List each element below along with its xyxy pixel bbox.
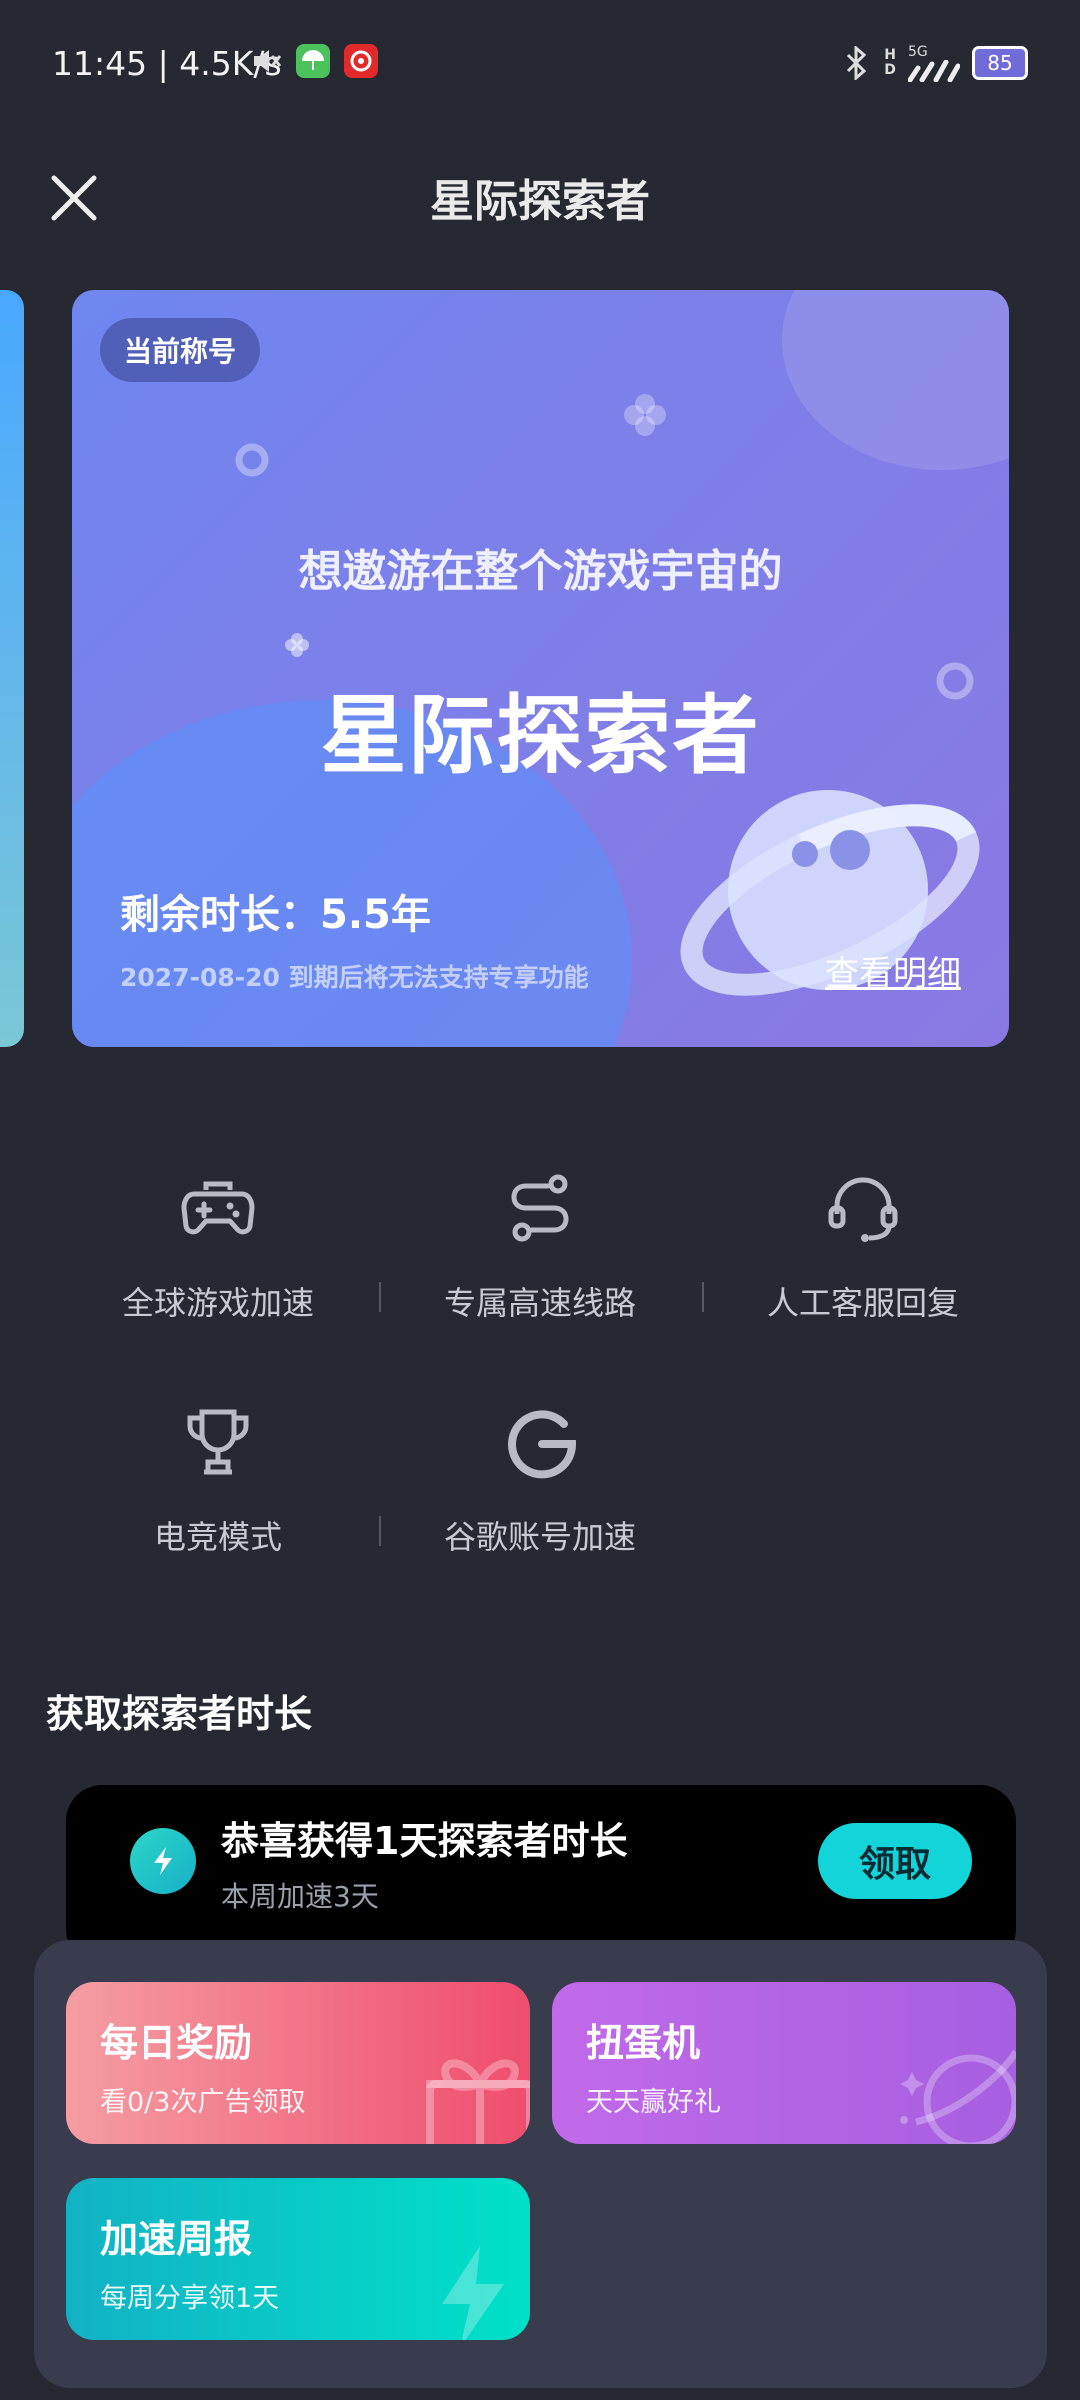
previous-title-card[interactable]: [0, 290, 24, 1047]
gacha-machine-tile[interactable]: 扭蛋机 天天赢好礼: [552, 1982, 1016, 2144]
system-status: HD 5G 85: [840, 44, 1028, 82]
mute-icon: [248, 44, 282, 78]
bluetooth-icon: [847, 46, 867, 80]
signal-icon: 5G: [908, 44, 960, 82]
divider: [379, 1282, 381, 1312]
planet-icon: [900, 2050, 1016, 2144]
feature-label: 人工客服回复: [766, 1284, 959, 1322]
claim-button[interactable]: 领取: [818, 1823, 972, 1899]
divider: [379, 1516, 381, 1546]
view-details-link[interactable]: 查看明细: [825, 946, 961, 995]
clover-decor-icon: [624, 394, 666, 436]
ring-decor-icon: [235, 443, 269, 477]
tile-subtitle: 每周分享领1天: [100, 2283, 280, 2314]
headset-icon: [828, 1177, 898, 1242]
tile-subtitle: 天天赢好礼: [586, 2087, 721, 2118]
feature-global-acceleration: 全球游戏加速: [68, 1168, 368, 1324]
reward-subtitle: 本周加速3天: [221, 1880, 379, 1913]
reward-title: 恭喜获得1天探索者时长: [221, 1819, 628, 1863]
gift-icon: [426, 2059, 530, 2144]
feature-label: 谷歌账号加速: [443, 1518, 636, 1556]
divider: [702, 1282, 704, 1312]
feature-dedicated-route: 专属高速线路: [390, 1168, 690, 1324]
title-subtitle: 想遨游在整个游戏宇宙的: [298, 546, 783, 597]
current-title-card: 当前称号 想遨游在整个游戏宇宙的 星际探索者 剩余时长：5.5年 2027-08…: [72, 290, 1009, 1047]
reward-notification: 恭喜获得1天探索者时长 本周加速3天 领取: [66, 1785, 1016, 1965]
hd-indicator: HD: [884, 47, 896, 78]
page-title: 星际探索者: [430, 176, 650, 227]
google-icon: [508, 1410, 577, 1479]
section-title: 获取探索者时长: [46, 1692, 313, 1736]
remaining-duration: 剩余时长：5.5年: [120, 892, 431, 938]
feature-esports-mode: 电竞模式: [68, 1402, 368, 1558]
weekly-report-tile[interactable]: 加速周报 每周分享领1天: [66, 2178, 530, 2340]
tile-title: 加速周报: [100, 2217, 253, 2261]
feature-label: 专属高速线路: [443, 1284, 636, 1322]
feature-label: 电竞模式: [153, 1518, 282, 1556]
feature-label: 全球游戏加速: [121, 1284, 314, 1322]
gamepad-icon: [181, 1181, 255, 1235]
feature-google-account: 谷歌账号加速: [390, 1402, 690, 1558]
tile-title: 每日奖励: [100, 2021, 253, 2065]
umbrella-app-icon: [296, 44, 330, 78]
feature-human-support: 人工客服回复: [713, 1168, 1013, 1324]
trophy-icon: [187, 1409, 249, 1475]
tile-title: 扭蛋机: [586, 2021, 701, 2065]
daily-reward-tile[interactable]: 每日奖励 看0/3次广告领取: [66, 1982, 530, 2144]
title-name: 星际探索者: [320, 686, 761, 786]
battery-indicator: 85: [972, 46, 1028, 80]
bolt-icon: [442, 2246, 504, 2340]
bolt-badge: [130, 1828, 196, 1894]
expiry-note: 2027-08-20 到期后将无法支持专享功能: [120, 963, 589, 992]
music-app-icon: [344, 44, 378, 78]
tile-subtitle: 看0/3次广告领取: [100, 2087, 306, 2118]
current-title-badge: 当前称号: [100, 318, 261, 382]
status-bar: 11:45 | 4.5K/s HD 5G 85: [0, 0, 1080, 130]
route-icon: [511, 1174, 569, 1242]
lightning-icon: [154, 1847, 172, 1875]
clover-decor-icon-2: [285, 633, 309, 657]
tasks-panel: 每日奖励 看0/3次广告领取 扭蛋机 天天赢好礼 加速周报 每周分享领1天: [34, 1940, 1047, 2388]
notification-icons: [248, 44, 378, 78]
